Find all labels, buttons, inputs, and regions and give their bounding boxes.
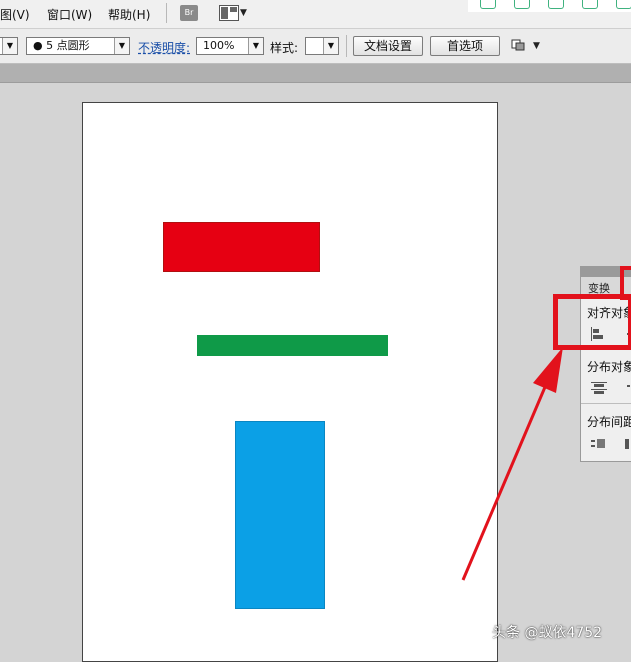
watermark: 头条 @蚁依4752	[492, 625, 603, 641]
annotation-arrow-icon	[461, 347, 563, 581]
